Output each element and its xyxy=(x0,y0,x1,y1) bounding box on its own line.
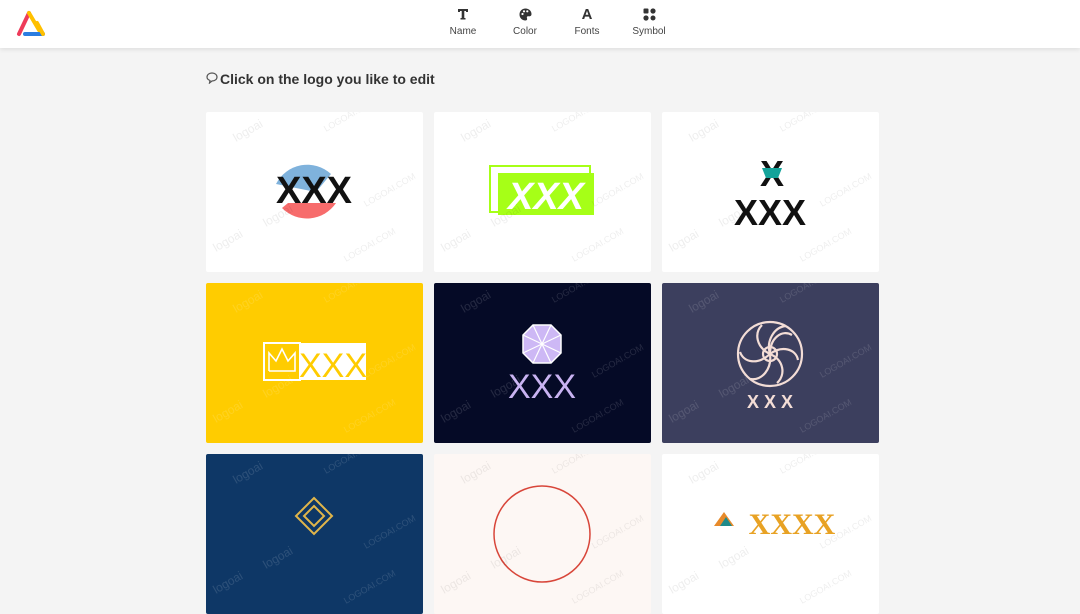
red-circle-icon xyxy=(493,485,591,583)
logo-card[interactable]: logoai LOGOAI.COM logoai LOGOAI.COM logoai LO… xyxy=(434,454,651,614)
logo-preview: XXX xyxy=(508,324,576,406)
logoai-brand-icon xyxy=(17,11,45,36)
page-title-text: Click on the logo you like to edit xyxy=(220,71,435,87)
shapes-icon xyxy=(641,6,657,22)
logo-preview xyxy=(493,485,591,583)
logo-preview: X X X xyxy=(736,320,804,412)
top-navigation-bar: Name Color Fonts Symbol xyxy=(0,0,1080,48)
font-a-icon xyxy=(579,6,595,22)
tab-symbol-label: Symbol xyxy=(632,26,666,37)
logo-text: XXX xyxy=(506,176,587,218)
logo-preview: XXX xyxy=(263,342,367,385)
logo-text: X X X xyxy=(747,392,793,412)
logo-card[interactable]: X X X logoai LOGOAI.COM logoai LOGOAI.COM lo… xyxy=(662,283,879,443)
logo-text: XXX xyxy=(276,170,353,212)
logo-card[interactable]: XXX logoai LOGOAI.COM logoai LOGOAI.COM logo… xyxy=(434,112,651,272)
tab-fonts[interactable]: Fonts xyxy=(556,0,618,48)
spiral-flower-icon xyxy=(736,320,804,388)
tab-color[interactable]: Color xyxy=(494,0,556,48)
logo-card[interactable]: XXX logoai LOGOAI.COM logoai LOGOAI.COM logo… xyxy=(434,283,651,443)
tab-color-label: Color xyxy=(513,26,537,37)
tab-name[interactable]: Name xyxy=(432,0,494,48)
tab-fonts-label: Fonts xyxy=(574,26,600,37)
logo-card[interactable]: XXX logoai LOGOAI.COM logoai LOGOAI.COM logo… xyxy=(206,112,423,272)
palette-icon xyxy=(517,6,533,22)
logo-preview: X XXX xyxy=(734,153,806,233)
diamond-frame-icon xyxy=(294,496,334,536)
logo-card[interactable]: XXX logoai LOGOAI.COM logoai LOGOAI.COM logo… xyxy=(206,283,423,443)
page-title: Click on the logo you like to edit xyxy=(206,71,435,87)
logo-preview: XXXX xyxy=(714,508,836,541)
tab-name-label: Name xyxy=(449,26,477,37)
text-t-icon xyxy=(455,6,471,22)
app-logo[interactable] xyxy=(16,9,48,37)
logo-card[interactable]: logoai LOGOAI.COM logoai LOGOAI.COM logoai LO… xyxy=(206,454,423,614)
logo-preview: XXX xyxy=(489,165,594,218)
logo-preview xyxy=(294,496,334,536)
tab-symbol[interactable]: Symbol xyxy=(618,0,680,48)
editor-tabs: Name Color Fonts Symbol xyxy=(432,0,680,48)
logo-card[interactable]: X XXX logoaiLOGOAI.COMlogoaiLOGOAI.COMlo… xyxy=(662,112,879,272)
logo-text: XXX xyxy=(299,347,367,385)
logo-text: XXX xyxy=(508,368,576,406)
logo-text: XXX xyxy=(734,192,806,233)
logo-preview: XXX xyxy=(276,164,353,219)
logo-card[interactable]: XXXX logoai LOGOAI.COM logoai LOGOAI.COM log… xyxy=(662,454,879,614)
crown-icon xyxy=(268,347,296,372)
chat-bubble-icon xyxy=(206,71,218,87)
